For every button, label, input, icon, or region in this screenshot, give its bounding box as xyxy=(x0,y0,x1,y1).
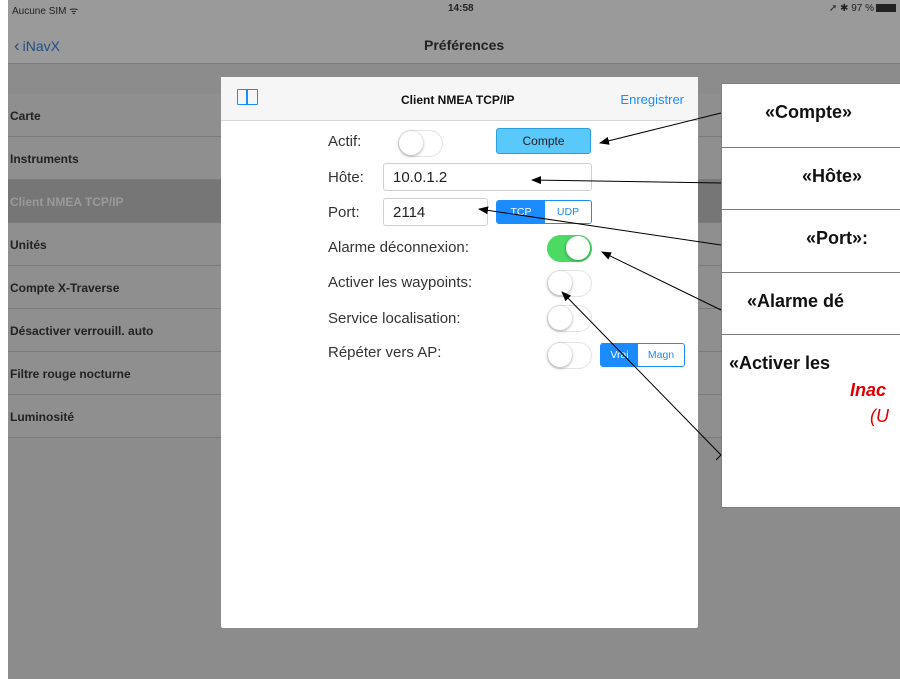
list-item-label: Instruments xyxy=(10,152,79,166)
list-item-label: Carte xyxy=(10,109,41,123)
save-button[interactable]: Enregistrer xyxy=(620,92,684,107)
callout-note-line1: Inac xyxy=(850,380,887,400)
location-toggle[interactable] xyxy=(547,305,592,332)
waypoints-toggle[interactable] xyxy=(547,270,592,297)
callout-port: «Port»: xyxy=(722,210,900,273)
heading-vrai-segment[interactable]: Vrai xyxy=(601,344,638,366)
actif-toggle[interactable] xyxy=(398,130,443,157)
callout-text: «Compte» xyxy=(765,102,853,122)
clock: 14:58 xyxy=(448,3,474,14)
port-field[interactable]: 2114 xyxy=(383,198,488,226)
list-item-label: Unités xyxy=(10,238,47,252)
back-button[interactable]: ‹ iNavX xyxy=(14,36,60,56)
toggle-knob xyxy=(399,131,423,155)
alarm-label: Alarme déconnexion: xyxy=(328,239,469,256)
battery-label: ➚ ✱ 97 % xyxy=(828,3,874,14)
annotation-callouts: «Compte» «Hôte» «Port»: «Alarme dé «Acti… xyxy=(721,83,900,508)
toggle-knob xyxy=(548,343,572,367)
callout-alarme: «Alarme dé xyxy=(722,273,900,335)
callout-text: «Hôte» xyxy=(802,166,863,186)
protocol-udp-segment[interactable]: UDP xyxy=(545,201,591,223)
alarm-toggle[interactable] xyxy=(547,235,592,262)
book-icon[interactable] xyxy=(237,89,258,105)
page-title: Préférences xyxy=(424,37,505,53)
battery-icon xyxy=(876,4,896,12)
repeat-toggle[interactable] xyxy=(547,342,592,369)
repeat-label: Répéter vers AP: xyxy=(328,344,442,361)
heading-segmented-control: Vrai Magn xyxy=(600,343,685,367)
host-field[interactable]: 10.0.1.2 xyxy=(383,163,592,191)
list-item-label: Désactiver verrouill. auto xyxy=(10,324,154,338)
popover-header: Client NMEA TCP/IP Enregistrer xyxy=(221,77,698,121)
protocol-tcp-segment[interactable]: TCP xyxy=(497,201,545,223)
list-item-label: Client NMEA TCP/IP xyxy=(10,195,124,209)
carrier-label: Aucune SIM ᯤ xyxy=(12,6,79,17)
protocol-segmented-control: TCP UDP xyxy=(496,200,592,224)
chevron-left-icon: ‹ xyxy=(14,36,20,55)
nmea-settings-popover: Client NMEA TCP/IP Enregistrer Actif: Co… xyxy=(221,77,698,628)
heading-magn-segment[interactable]: Magn xyxy=(638,344,684,366)
callout-text: «Port»: xyxy=(806,228,869,248)
callout-text: «Activer les xyxy=(729,353,831,373)
toggle-knob xyxy=(548,271,572,295)
list-item-label: Compte X-Traverse xyxy=(10,281,120,295)
status-bar: Aucune SIM ᯤ 14:58 ➚ ✱ 97 % xyxy=(8,0,900,18)
callout-hote: «Hôte» xyxy=(722,148,900,210)
screenshot-stage: Aucune SIM ᯤ 14:58 ➚ ✱ 97 % ‹ iNavX Préfé… xyxy=(0,0,900,679)
popover-title: Client NMEA TCP/IP xyxy=(401,93,515,107)
toggle-knob xyxy=(548,306,572,330)
host-label: Hôte: xyxy=(328,169,364,186)
toggle-knob xyxy=(566,236,590,260)
waypoints-label: Activer les waypoints: xyxy=(328,274,473,291)
list-item-label: Luminosité xyxy=(10,410,75,424)
compte-button[interactable]: Compte xyxy=(496,128,591,154)
battery-indicator: ➚ ✱ 97 % xyxy=(829,3,896,14)
location-label: Service localisation: xyxy=(328,310,461,327)
list-item-label: Filtre rouge nocturne xyxy=(10,367,131,381)
callout-text: «Alarme dé xyxy=(747,291,845,311)
back-label: iNavX xyxy=(22,38,61,54)
nav-bar: ‹ iNavX Préférences xyxy=(8,18,900,64)
callout-compte: «Compte» xyxy=(722,84,900,148)
port-label: Port: xyxy=(328,204,360,221)
callout-note-line2: (U xyxy=(870,406,889,426)
actif-label: Actif: xyxy=(328,133,362,150)
